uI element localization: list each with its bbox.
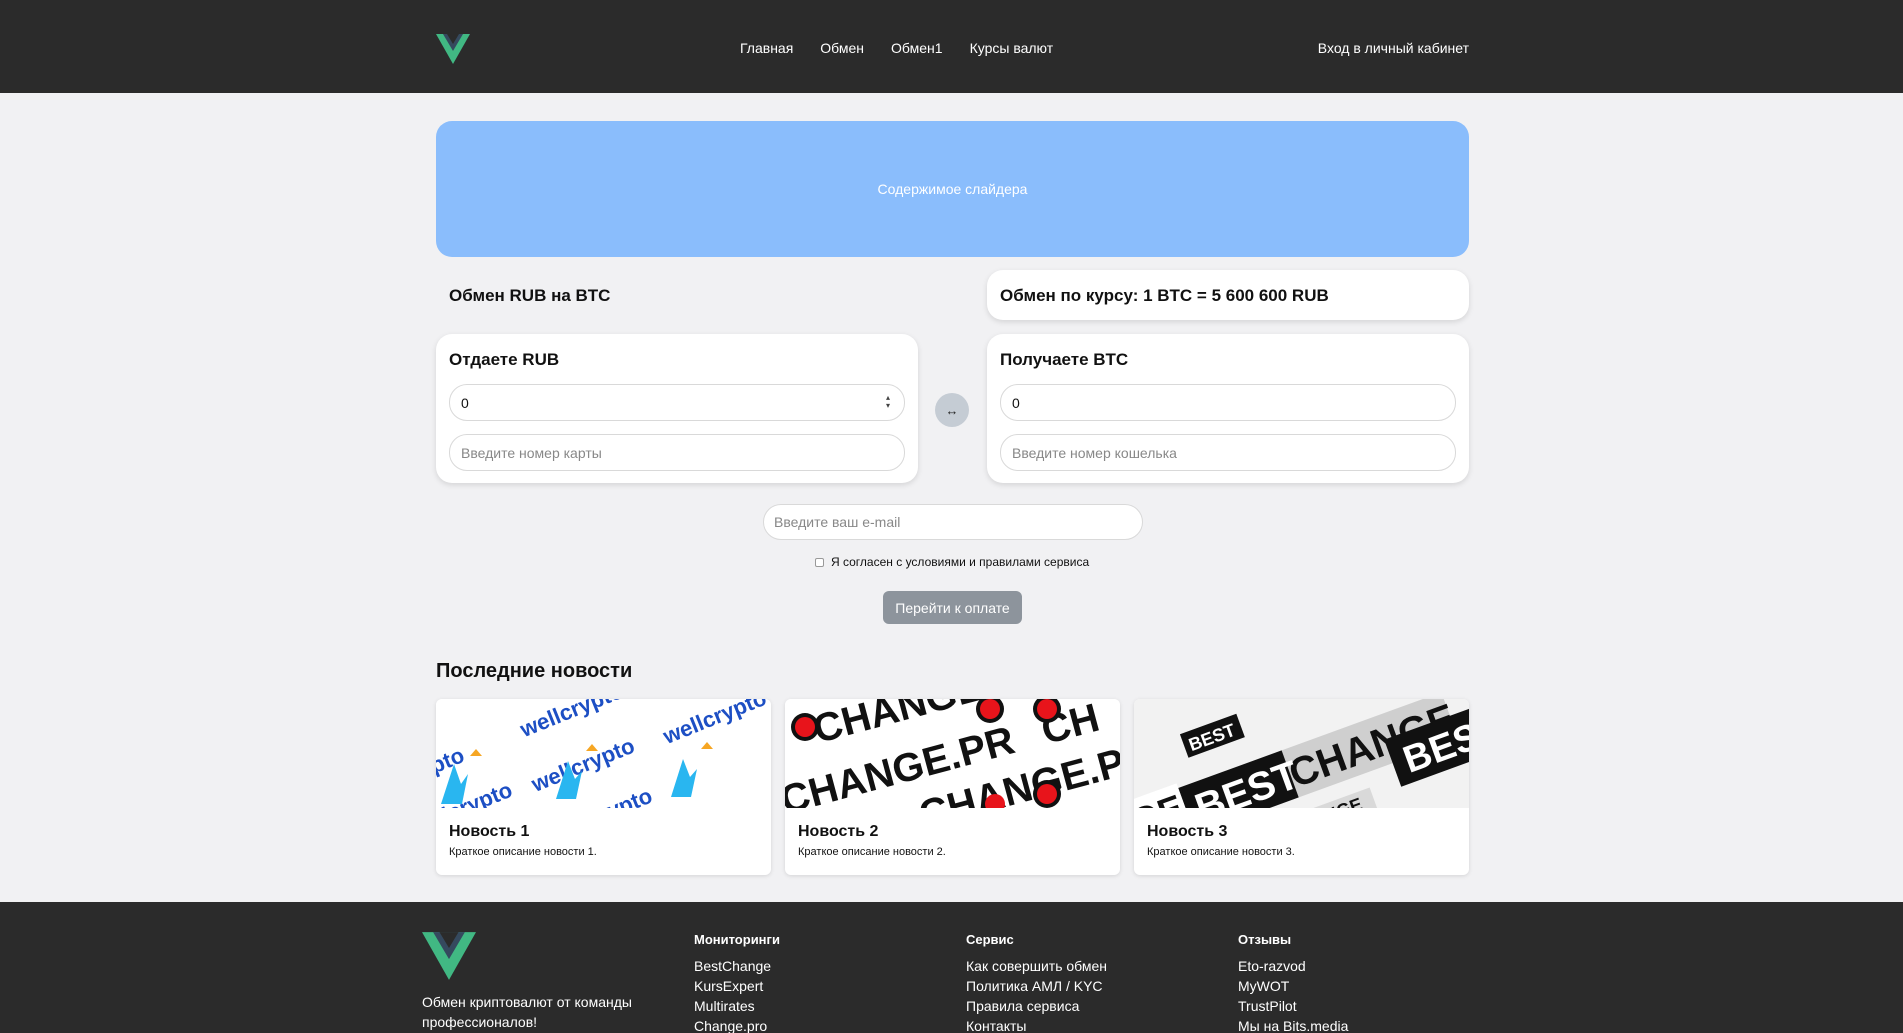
login-link[interactable]: Вход в личный кабинет (1318, 40, 1469, 56)
wallet-number-placeholder: Введите номер кошелька (1012, 444, 1177, 461)
news-body-1: Новость 1 Краткое описание новости 1. (436, 808, 771, 873)
card-number-input[interactable]: Введите номер карты (449, 434, 905, 471)
slider-text: Содержимое слайдера (877, 181, 1028, 197)
footer-col-service: Сервис Как совершить обмен Политика АМЛ … (966, 932, 1107, 1033)
news-image-2: CHANGE.PRO CHANGE.PR CHANGE.PR CH (785, 699, 1120, 808)
footer-link-aml[interactable]: Политика АМЛ / KYC (966, 976, 1107, 996)
footer-link-rules[interactable]: Правила сервиса (966, 996, 1107, 1016)
get-amount-value: 0 (1012, 394, 1020, 411)
footer-col-title: Мониторинги (694, 932, 780, 947)
pay-button[interactable]: Перейти к оплате (883, 591, 1022, 624)
footer-link-how-to[interactable]: Как совершить обмен (966, 956, 1107, 976)
news-heading: Последние новости (436, 660, 633, 682)
news-desc-1: Краткое описание новости 1. (449, 846, 597, 858)
email-input[interactable]: Введите ваш e-mail (763, 504, 1143, 540)
footer-link-eto-razvod[interactable]: Eto-razvod (1238, 956, 1348, 976)
stepper-icon[interactable]: ▴ ▾ (884, 394, 892, 411)
agree-label[interactable]: Я согласен с условиями и правилами серви… (831, 555, 1089, 569)
footer-link-multirates[interactable]: Multirates (694, 996, 780, 1016)
nav-rates[interactable]: Курсы валют (970, 40, 1054, 56)
give-card: Отдаете RUB 0 ▴ ▾ Введите номер карты (436, 334, 918, 483)
footer-link-trustpilot[interactable]: TrustPilot (1238, 996, 1348, 1016)
swap-button[interactable]: ↔ (935, 393, 969, 427)
give-title: Отдаете RUB (449, 350, 560, 369)
footer-col-reviews: Отзывы Eto-razvod MyWOT TrustPilot Мы на… (1238, 932, 1348, 1033)
footer-link-bits-media[interactable]: Мы на Bits.media (1238, 1016, 1348, 1033)
footer-col-title: Отзывы (1238, 932, 1292, 947)
footer-tagline: Обмен криптовалют от команды профессиона… (422, 994, 632, 1030)
footer-link-mywot[interactable]: MyWOT (1238, 976, 1348, 996)
footer-col-title: Сервис (966, 932, 1014, 947)
email-placeholder: Введите ваш e-mail (774, 514, 901, 530)
give-amount-input[interactable]: 0 ▴ ▾ (449, 384, 905, 421)
news-card-2[interactable]: CHANGE.PRO CHANGE.PR CHANGE.PR CH Новост… (785, 699, 1120, 875)
nav-home[interactable]: Главная (740, 40, 793, 56)
get-card: Получаете BTC 0 Введите номер кошелька (987, 334, 1469, 483)
nav-exchange[interactable]: Обмен (820, 40, 864, 56)
rate-text: Обмен по курсу: 1 BTC = 5 600 600 RUB (1000, 286, 1329, 305)
exchange-title: Обмен RUB на BTC (449, 286, 611, 305)
give-amount-value: 0 (461, 394, 469, 411)
news-card-1[interactable]: crypto wellcrypto wellcrypto wellcrypto … (436, 699, 771, 875)
agree-row: Я согласен с условиями и правилами серви… (815, 555, 1089, 569)
footer-link-changepro[interactable]: Change.pro (694, 1016, 780, 1033)
site-header: Главная Обмен Обмен1 Курсы валют Вход в … (0, 0, 1903, 93)
news-image-1: crypto wellcrypto wellcrypto wellcrypto … (436, 699, 771, 808)
vue-logo-icon[interactable] (436, 34, 470, 64)
news-card-3[interactable]: CHANGE BEST GE BEST BES ANGE Новость 3 К… (1134, 699, 1469, 875)
footer-link-bestchange[interactable]: BestChange (694, 956, 780, 976)
footer-col-monitorings: Мониторинги BestChange KursExpert Multir… (694, 932, 780, 1033)
nav-exchange1[interactable]: Обмен1 (891, 40, 943, 56)
slider[interactable]: Содержимое слайдера (436, 121, 1469, 257)
main-nav: Главная Обмен Обмен1 Курсы валют (740, 40, 1080, 56)
footer-link-contacts[interactable]: Контакты (966, 1016, 1107, 1033)
agree-checkbox[interactable] (815, 557, 824, 567)
news-title-2: Новость 2 (798, 823, 879, 840)
card-number-placeholder: Введите номер карты (461, 444, 602, 461)
news-desc-2: Краткое описание новости 2. (798, 846, 946, 858)
news-image-3: CHANGE BEST GE BEST BES ANGE (1134, 699, 1469, 808)
swap-arrows-icon: ↔ (945, 402, 959, 418)
rate-box: Обмен по курсу: 1 BTC = 5 600 600 RUB (987, 270, 1469, 320)
get-title: Получаете BTC (1000, 350, 1129, 369)
news-title-1: Новость 1 (449, 823, 530, 840)
site-footer: Обмен криптовалют от команды профессиона… (0, 902, 1903, 1033)
get-amount-input[interactable]: 0 (1000, 384, 1456, 421)
vue-logo-icon[interactable] (422, 932, 476, 980)
news-body-3: Новость 3 Краткое описание новости 3. (1134, 808, 1469, 873)
news-desc-3: Краткое описание новости 3. (1147, 846, 1295, 858)
footer-link-kursexpert[interactable]: KursExpert (694, 976, 780, 996)
news-title-3: Новость 3 (1147, 823, 1228, 840)
news-body-2: Новость 2 Краткое описание новости 2. (785, 808, 1120, 873)
wallet-number-input[interactable]: Введите номер кошелька (1000, 434, 1456, 471)
